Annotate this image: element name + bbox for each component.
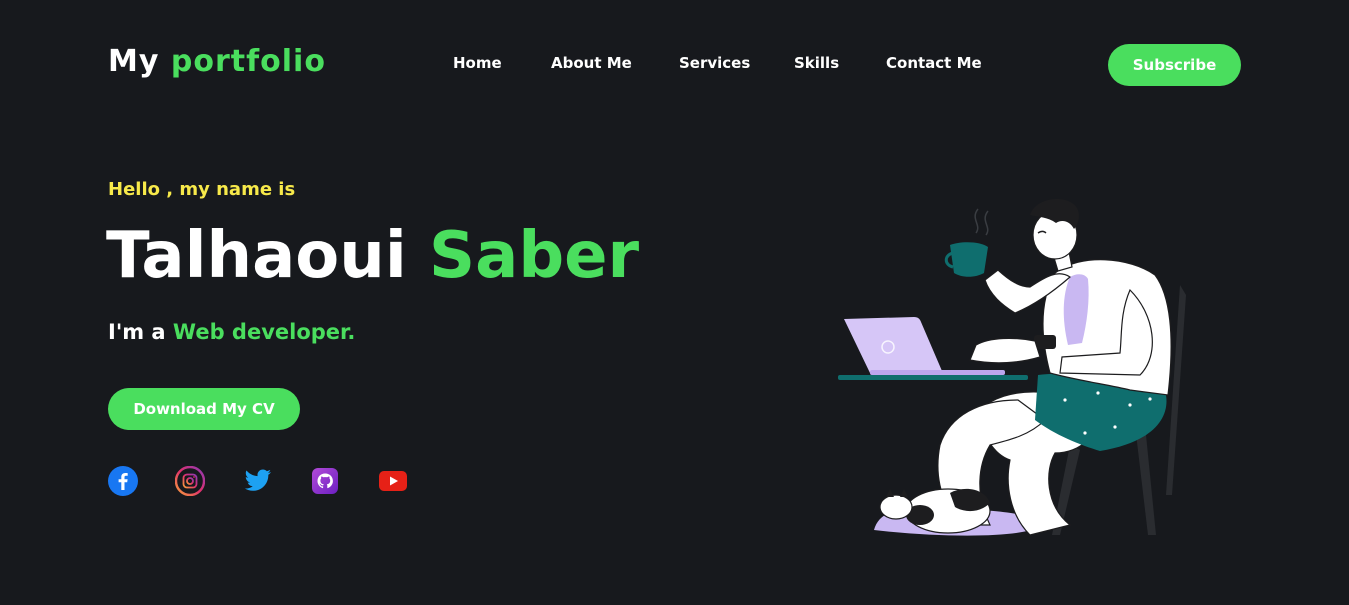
role-prefix: I'm a xyxy=(108,320,166,344)
developer-illustration-svg xyxy=(838,199,1186,536)
subscribe-button[interactable]: Subscribe xyxy=(1108,44,1241,86)
first-name: Talhaoui xyxy=(106,219,407,293)
role-line: I'm a Web developer. xyxy=(108,320,355,344)
nav-contact[interactable]: Contact Me xyxy=(886,54,982,72)
instagram-icon[interactable] xyxy=(175,466,205,496)
last-name: Saber xyxy=(429,219,640,293)
developer-illustration xyxy=(830,195,1200,545)
nav-home[interactable]: Home xyxy=(453,54,502,72)
logo-prefix: My xyxy=(108,44,160,79)
logo[interactable]: My portfolio xyxy=(108,44,326,79)
role-title: Web developer. xyxy=(172,320,356,344)
nav-about[interactable]: About Me xyxy=(551,54,632,72)
hero-name: Talhaoui Saber xyxy=(106,218,639,294)
logo-accent: portfolio xyxy=(170,44,326,79)
greeting: Hello , my name is xyxy=(108,179,296,200)
download-cv-button[interactable]: Download My CV xyxy=(108,388,300,430)
twitter-icon[interactable] xyxy=(243,466,273,496)
nav-services[interactable]: Services xyxy=(679,54,750,72)
portfolio-page: My portfolio Home About Me Services Skil… xyxy=(0,0,1349,605)
nav-skills[interactable]: Skills xyxy=(794,54,839,72)
github-icon[interactable] xyxy=(310,466,340,496)
facebook-icon[interactable] xyxy=(108,466,138,496)
youtube-icon[interactable] xyxy=(378,466,408,496)
